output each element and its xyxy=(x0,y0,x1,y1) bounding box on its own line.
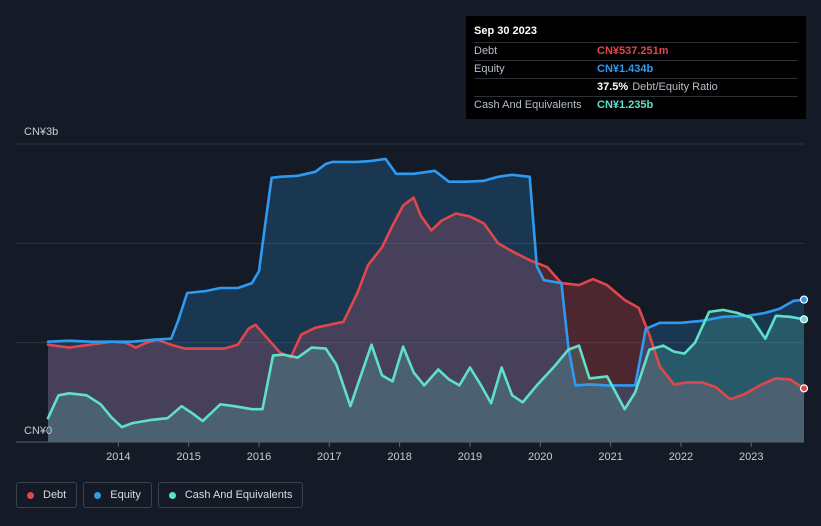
y-tick-label-bottom: CN¥0 xyxy=(24,425,52,437)
tooltip-rows: Debt CN¥537.251m Equity CN¥1.434b 37.5% Debt/… xyxy=(474,42,798,114)
x-tick-label: 2015 xyxy=(176,451,200,463)
tooltip-row: Equity CN¥1.434b xyxy=(474,60,798,78)
x-tick-label: 2017 xyxy=(317,451,341,463)
legend-label: Debt xyxy=(43,489,67,501)
x-tick-label: 2019 xyxy=(458,451,482,463)
cash-and-equivalents-end-marker xyxy=(799,315,809,324)
tooltip-row: Cash And Equivalents CN¥1.235b xyxy=(474,96,798,114)
tooltip-row-label xyxy=(474,79,597,96)
legend-item-equity[interactable]: Equity xyxy=(83,482,152,508)
equity-end-marker xyxy=(799,295,809,304)
tooltip-row-value: CN¥1.434b xyxy=(597,63,654,75)
legend-item-cash-and-equivalents[interactable]: Cash And Equivalents xyxy=(157,482,304,508)
legend-item-debt[interactable]: Debt xyxy=(16,482,78,508)
tooltip-row: 37.5% Debt/Equity Ratio xyxy=(474,78,798,96)
x-tick-label: 2021 xyxy=(598,451,622,463)
legend-label: Equity xyxy=(110,489,141,501)
tooltip-row-label: Cash And Equivalents xyxy=(474,99,582,111)
x-tick-label: 2016 xyxy=(247,451,271,463)
x-tick-label: 2023 xyxy=(739,451,763,463)
tooltip-row-value: CN¥537.251m xyxy=(597,45,669,57)
series-areas xyxy=(48,158,804,442)
x-tick-label: 2020 xyxy=(528,451,552,463)
debt-end-marker xyxy=(799,384,809,393)
tooltip-row-label: Debt xyxy=(474,45,498,57)
legend-dot-icon xyxy=(94,491,102,499)
tooltip-panel: Sep 30 2023 Debt CN¥537.251m Equity CN¥1.43… xyxy=(466,16,806,119)
y-tick-label-top: CN¥3b xyxy=(24,126,58,138)
x-tick-label: 2022 xyxy=(669,451,693,463)
tooltip-row: Debt CN¥537.251m xyxy=(474,42,798,60)
tooltip-row-value: CN¥1.235b xyxy=(597,99,654,111)
legend-dot-icon xyxy=(27,491,34,499)
tooltip-row-label: Equity xyxy=(474,63,505,75)
axes xyxy=(16,441,804,447)
tooltip-date: Sep 30 2023 xyxy=(474,25,537,37)
x-tick-label: 2018 xyxy=(387,451,411,463)
x-tick-label: 2014 xyxy=(106,451,130,463)
chart-legend: Debt Equity Cash And Equivalents xyxy=(16,482,304,508)
tooltip-row-suffix: Debt/Equity Ratio xyxy=(632,81,718,93)
legend-dot-icon xyxy=(168,491,176,499)
tooltip-row-value: 37.5% xyxy=(597,81,629,93)
legend-label: Cash And Equivalents xyxy=(184,489,293,501)
